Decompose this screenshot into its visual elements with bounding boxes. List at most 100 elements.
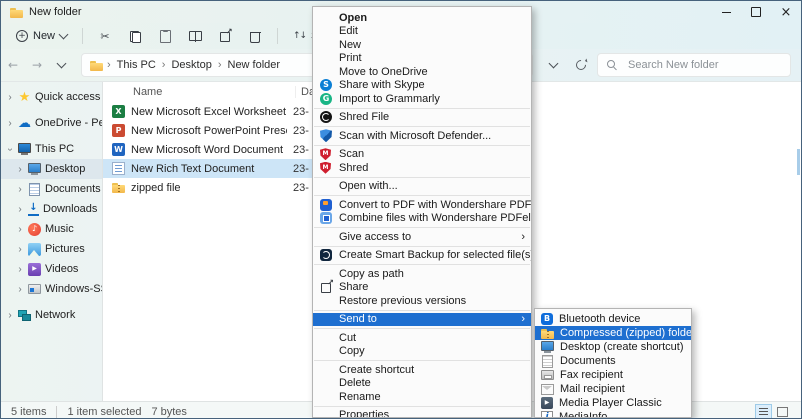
breadcrumb-desktop[interactable]: Desktop bbox=[167, 59, 215, 71]
menu-item-open[interactable]: Open bbox=[313, 11, 531, 25]
menu-item-shred[interactable]: Shred bbox=[313, 161, 531, 175]
send-to-item-documents[interactable]: Documents bbox=[535, 354, 691, 368]
column-header-name[interactable]: Name bbox=[133, 86, 295, 98]
chevron-right-icon[interactable]: › bbox=[6, 118, 14, 129]
menu-item-import-to-grammarly[interactable]: Import to Grammarly bbox=[313, 92, 531, 106]
search-box[interactable] bbox=[597, 53, 791, 77]
menu-item-share[interactable]: Share bbox=[313, 281, 531, 295]
back-button[interactable] bbox=[1, 53, 25, 77]
sidebar-item-onedrive-personal[interactable]: ›OneDrive - Personal bbox=[1, 113, 102, 133]
chevron-right-icon[interactable]: › bbox=[16, 264, 24, 275]
menu-item-icon-slot bbox=[320, 249, 339, 261]
menu-separator bbox=[314, 406, 530, 407]
chevron-right-icon[interactable]: › bbox=[16, 164, 24, 175]
chevron-right-icon[interactable]: › bbox=[6, 310, 14, 321]
menu-item-share-with-skype[interactable]: Share with Skype bbox=[313, 79, 531, 93]
chevron-down-icon bbox=[548, 59, 558, 69]
shredfile-icon bbox=[320, 111, 332, 123]
send-to-item-bluetooth-device[interactable]: Bluetooth device bbox=[535, 312, 691, 326]
sidebar-item-network[interactable]: ›Network bbox=[1, 305, 102, 325]
sidebar-item-videos[interactable]: ›Videos bbox=[1, 259, 102, 279]
share-button[interactable] bbox=[211, 26, 239, 46]
send-to-item-desktop-create-shortcut[interactable]: Desktop (create shortcut) bbox=[535, 340, 691, 354]
menu-item-create-shortcut[interactable]: Create shortcut bbox=[313, 363, 531, 377]
menu-item-label: Share with Skype bbox=[339, 79, 425, 91]
file-name: zipped file bbox=[131, 182, 287, 194]
send-to-item-fax-recipient[interactable]: Fax recipient bbox=[535, 368, 691, 382]
breadcrumb-this-pc[interactable]: This PC bbox=[113, 59, 160, 71]
details-view-button[interactable] bbox=[755, 404, 772, 419]
maximize-button[interactable] bbox=[741, 1, 771, 23]
sidebar-item-downloads[interactable]: ›Downloads bbox=[1, 199, 102, 219]
file-name: New Microsoft PowerPoint Presentation bbox=[131, 125, 287, 137]
menu-item-copy-as-path[interactable]: Copy as path bbox=[313, 267, 531, 281]
menu-item-properties[interactable]: Properties bbox=[313, 409, 531, 419]
menu-item-rename[interactable]: Rename bbox=[313, 390, 531, 404]
sidebar-item-label: Music bbox=[45, 223, 74, 235]
minimize-button[interactable] bbox=[711, 1, 741, 23]
menu-separator bbox=[314, 328, 530, 329]
chevron-right-icon[interactable]: › bbox=[16, 184, 24, 195]
thumbnail-view-button[interactable] bbox=[774, 404, 791, 419]
chevron-right-icon[interactable]: › bbox=[16, 224, 24, 235]
refresh-button[interactable] bbox=[569, 53, 593, 77]
menu-item-new[interactable]: New bbox=[313, 38, 531, 52]
address-dropdown-button[interactable] bbox=[541, 53, 565, 77]
menu-item-scan-with-microsoft-defender[interactable]: Scan with Microsoft Defender... bbox=[313, 129, 531, 143]
sidebar-item-music[interactable]: › Music bbox=[1, 219, 102, 239]
menu-item-send-to[interactable]: Send to› bbox=[313, 313, 531, 327]
sidebar-item-desktop[interactable]: ›Desktop bbox=[1, 159, 102, 179]
menu-item-convert-to-pdf-with-wondershare-pdfelement[interactable]: Convert to PDF with Wondershare PDFeleme… bbox=[313, 198, 531, 212]
chevron-right-icon[interactable]: › bbox=[16, 284, 24, 295]
menu-item-label: Create Smart Backup for selected file(s) bbox=[339, 249, 532, 261]
sidebar-item-documents[interactable]: ›Documents bbox=[1, 179, 102, 199]
search-input[interactable] bbox=[626, 58, 782, 72]
menu-item-shred-file[interactable]: Shred File bbox=[313, 111, 531, 125]
file-date: 23- bbox=[293, 163, 309, 175]
send-to-item-compressed-zipped-folder[interactable]: Compressed (zipped) folder bbox=[535, 326, 691, 340]
menu-item-label: Open bbox=[339, 12, 367, 24]
menu-item-scan[interactable]: Scan bbox=[313, 148, 531, 162]
menu-item-open-with[interactable]: Open with... bbox=[313, 180, 531, 194]
menu-item-label: Scan with Microsoft Defender... bbox=[339, 130, 491, 142]
breadcrumb-new-folder[interactable]: New folder bbox=[224, 59, 285, 71]
menu-item-label: Rename bbox=[339, 391, 381, 403]
chevron-right-icon[interactable]: › bbox=[6, 92, 14, 103]
new-button[interactable]: New bbox=[9, 27, 74, 45]
menu-item-cut[interactable]: Cut bbox=[313, 331, 531, 345]
file-date: 23- bbox=[293, 182, 309, 194]
menu-item-delete[interactable]: Delete bbox=[313, 377, 531, 391]
chevron-right-icon[interactable]: › bbox=[16, 244, 24, 255]
docpage-icon bbox=[541, 355, 554, 368]
menu-item-move-to-onedrive[interactable]: Move to OneDrive bbox=[313, 65, 531, 79]
chevron-down-icon[interactable]: › bbox=[5, 145, 16, 153]
menu-item-combine-files-with-wondershare-pdfelement[interactable]: Combine files with Wondershare PDFelemen… bbox=[313, 212, 531, 226]
menu-item-print[interactable]: Print bbox=[313, 52, 531, 66]
menu-item-give-access-to[interactable]: Give access to› bbox=[313, 230, 531, 244]
close-button[interactable] bbox=[771, 1, 801, 23]
menu-scrollbar-thumb[interactable] bbox=[797, 149, 800, 175]
delete-button[interactable] bbox=[241, 26, 269, 46]
sidebar-item-this-pc[interactable]: ›This PC bbox=[1, 139, 102, 159]
fax-icon bbox=[541, 369, 554, 382]
menu-item-edit[interactable]: Edit bbox=[313, 25, 531, 39]
send-to-item-mail-recipient[interactable]: Mail recipient bbox=[535, 382, 691, 396]
sidebar-item-quick-access[interactable]: ›Quick access bbox=[1, 87, 102, 107]
cut-button[interactable] bbox=[91, 26, 119, 46]
rename-button[interactable] bbox=[181, 26, 209, 46]
sidebar-item-pictures[interactable]: ›Pictures bbox=[1, 239, 102, 259]
paste-button[interactable] bbox=[151, 26, 179, 46]
menu-separator bbox=[314, 195, 530, 196]
recent-locations-button[interactable] bbox=[49, 53, 73, 77]
defender-icon bbox=[320, 129, 332, 142]
menu-item-restore-previous-versions[interactable]: Restore previous versions bbox=[313, 294, 531, 308]
menu-item-create-smart-backup-for-selected-file-s[interactable]: Create Smart Backup for selected file(s) bbox=[313, 249, 531, 263]
chevron-right-icon[interactable]: › bbox=[16, 204, 24, 215]
mpc-icon bbox=[541, 397, 553, 409]
forward-button[interactable] bbox=[25, 53, 49, 77]
sidebar-item-windows-ssd-c[interactable]: ›Windows-SSD (C:) bbox=[1, 279, 102, 299]
menu-item-copy[interactable]: Copy bbox=[313, 345, 531, 359]
copy-button[interactable] bbox=[121, 26, 149, 46]
send-to-item-media-player-classic[interactable]: Media Player Classic bbox=[535, 396, 691, 410]
send-to-item-mediainfo[interactable]: MediaInfo bbox=[535, 410, 691, 418]
